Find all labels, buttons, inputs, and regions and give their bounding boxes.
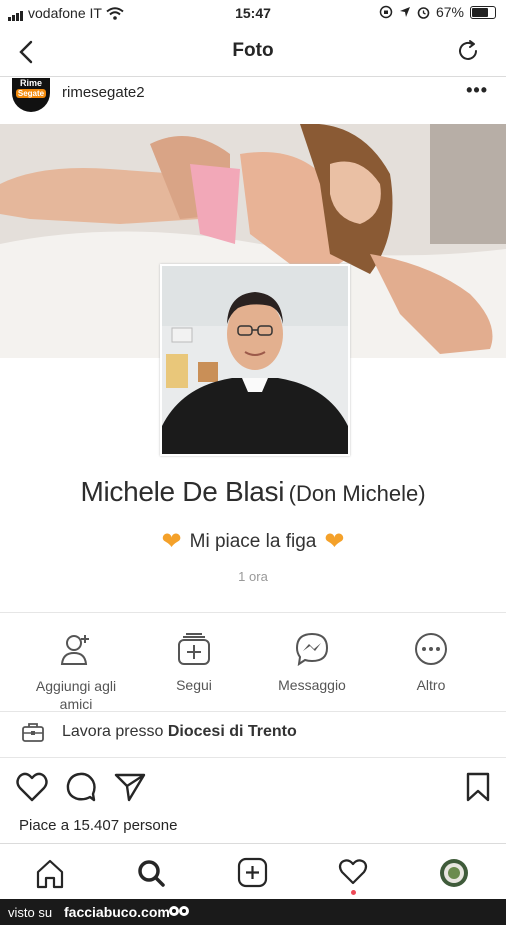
add-friend-icon xyxy=(60,635,89,665)
avatar-text-1: Rime xyxy=(19,78,42,88)
bookmark-icon[interactable] xyxy=(466,772,490,802)
watermark-prefix: visto su xyxy=(8,905,53,920)
divider xyxy=(0,612,506,613)
work-prefix: Lavora presso xyxy=(62,723,164,740)
profile-picture xyxy=(160,264,350,456)
new-post-icon[interactable] xyxy=(232,856,272,890)
location-icon xyxy=(399,7,410,17)
profile-icon[interactable] xyxy=(434,856,474,890)
username[interactable]: rimesegate2 xyxy=(62,84,145,101)
nav-bar: Foto xyxy=(0,26,506,77)
follow-button[interactable]: Segui xyxy=(131,632,257,693)
watermark-site[interactable]: facciabuco.com xyxy=(64,904,170,920)
time-ago: 1 ora xyxy=(238,569,268,584)
alarm-icon xyxy=(417,6,430,19)
more-label: Altro xyxy=(416,677,446,693)
work-place[interactable]: Diocesi di Trento xyxy=(168,723,297,740)
status-bar: vodafone IT 15:47 67% xyxy=(0,0,506,26)
avatar-text-2: Segate xyxy=(16,89,46,98)
comment-icon[interactable] xyxy=(66,772,96,802)
avatar[interactable]: Rime Segate xyxy=(12,78,50,112)
briefcase-icon xyxy=(22,723,44,742)
add-friend-label: Aggiungi agli amici xyxy=(35,678,117,712)
more-button[interactable]: Altro xyxy=(368,632,494,693)
divider xyxy=(0,711,506,712)
profile-name: Michele De Blasi xyxy=(80,476,285,507)
follow-icon xyxy=(178,633,210,665)
message-label: Messaggio xyxy=(278,677,346,693)
work-info: Lavora presso Diocesi di Trento xyxy=(22,722,297,742)
home-icon[interactable] xyxy=(30,856,70,890)
status-right: 67% xyxy=(379,4,496,20)
bio-text: Mi piace la figa xyxy=(189,531,317,552)
refresh-icon[interactable] xyxy=(456,39,480,63)
notification-dot xyxy=(351,890,356,895)
orange-heart-icon: ❤ xyxy=(324,528,345,555)
orange-heart-icon: ❤ xyxy=(161,528,182,555)
messenger-icon xyxy=(295,632,329,667)
page-title: Foto xyxy=(232,40,274,61)
orientation-lock-icon xyxy=(379,5,393,19)
battery-icon xyxy=(470,5,496,19)
message-button[interactable]: Messaggio xyxy=(249,632,375,693)
follow-label: Segui xyxy=(176,677,212,693)
battery-percent: 67% xyxy=(435,4,464,20)
more-dots-icon[interactable]: ••• xyxy=(466,80,488,101)
tab-bar xyxy=(0,843,506,900)
likes-count[interactable]: Piace a 15.407 persone xyxy=(19,817,177,834)
profile-name-row: Michele De Blasi (Don Michele) xyxy=(0,476,506,508)
more-icon xyxy=(415,633,447,665)
like-heart-icon[interactable] xyxy=(16,772,48,802)
search-icon[interactable] xyxy=(131,856,171,890)
add-friend-button[interactable]: Aggiungi agli amici xyxy=(13,632,139,713)
watermark-bar: visto su facciabuco.com xyxy=(0,899,506,925)
profile-bio: ❤ Mi piace la figa ❤ xyxy=(0,530,506,554)
share-icon[interactable] xyxy=(114,772,146,802)
divider xyxy=(0,757,506,758)
activity-icon[interactable] xyxy=(333,856,373,890)
watermark-logo-icon xyxy=(169,906,189,916)
profile-picture-image xyxy=(162,266,348,454)
profile-nickname: (Don Michele) xyxy=(288,481,426,506)
